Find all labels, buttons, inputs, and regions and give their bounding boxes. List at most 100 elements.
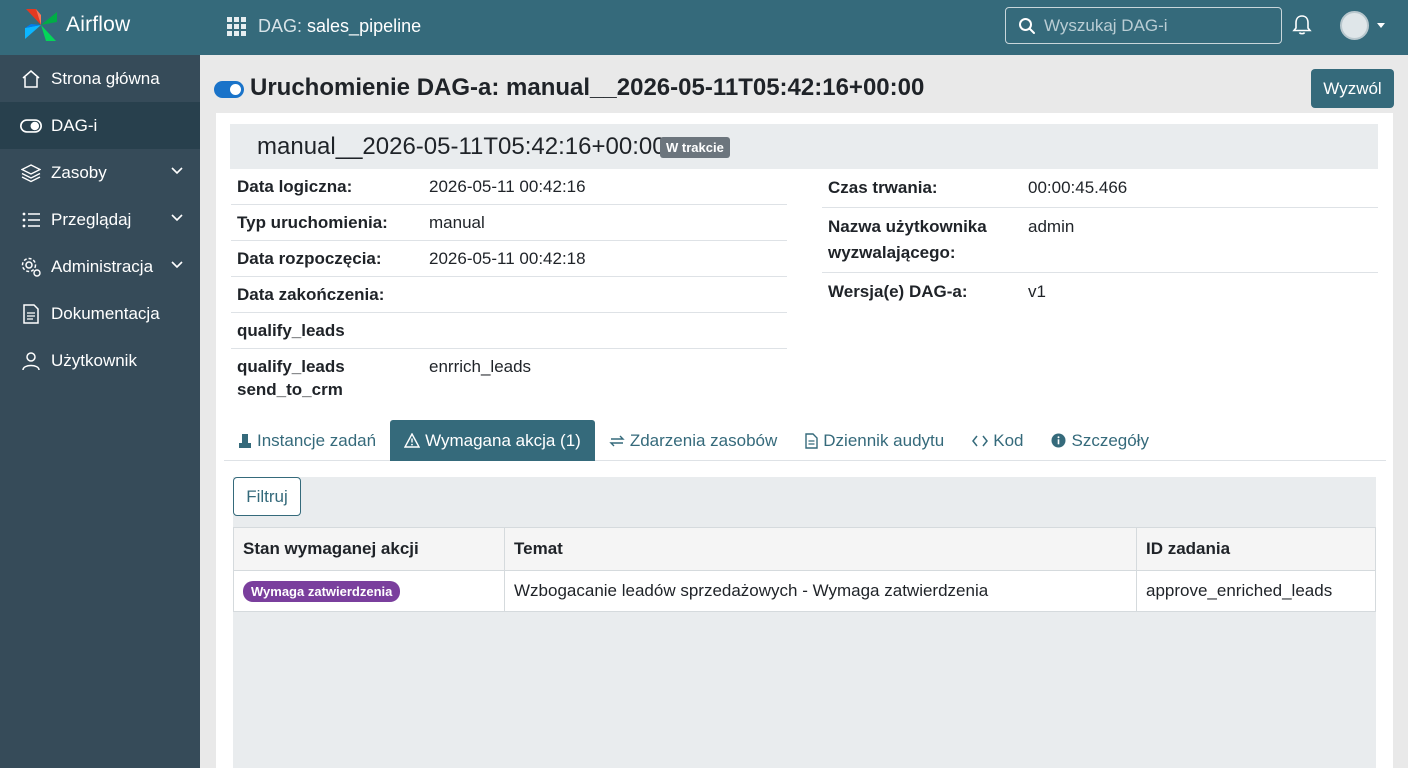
sidebar-item-assets[interactable]: Zasoby [0,149,200,196]
bell-icon[interactable] [1292,14,1312,36]
sidebar-item-label: Strona główna [51,68,160,88]
detail-row: Typ uruchomienia: manual [231,205,787,241]
tab-label: Kod [993,430,1024,450]
sidebar-item-browse[interactable]: Przeglądaj [0,196,200,243]
page-title: Uruchomienie DAG-a: manual__2026-05-11T0… [250,74,925,101]
run-header: manual__2026-05-11T05:42:16+00:00 W trak… [230,124,1378,169]
detail-row: Wersja(e) DAG-a: v1 [822,273,1378,311]
tab-label: Zdarzenia zasobów [629,430,778,450]
column-header[interactable]: Stan wymaganej akcji [233,527,505,571]
sidebar-item-dags[interactable]: DAG-i [0,102,200,149]
detail-value [423,313,435,348]
tab-asset-events[interactable]: Zdarzenia zasobów [595,420,791,461]
detail-key: Nazwa użytkownika wyzwalającego: [828,217,987,262]
tab-label: Dziennik audytu [823,430,945,450]
detail-key: qualify_leads [237,321,345,340]
tab-task-instances[interactable]: Instancje zadań [224,420,390,461]
detail-row: Data zakończenia: [231,277,787,313]
sidebar-item-label: Dokumentacja [51,303,160,323]
dag-breadcrumb[interactable]: DAG: sales_pipeline [258,16,421,37]
detail-value: 2026-05-11 00:42:18 [429,249,586,268]
detail-row: Czas trwania: 00:00:45.466 [822,169,1378,208]
dag-breadcrumb-prefix: DAG: [258,16,303,36]
user-menu[interactable] [1340,11,1385,40]
info-icon [1051,433,1066,448]
apps-grid-icon[interactable] [227,17,246,36]
tab-required-actions[interactable]: Wymagana akcja (1) [390,420,595,461]
airflow-pinwheel-icon [25,9,57,41]
sidebar-item-docs[interactable]: Dokumentacja [0,290,200,337]
sidebar: Strona główna DAG-i Zasoby Przeglądaj Ad… [0,55,200,768]
required-actions-table: Stan wymaganej akcji Temat ID zadania Wy… [233,527,1376,612]
search-icon [1019,17,1035,34]
tab-label: Wymagana akcja (1) [425,430,581,450]
user-icon [20,350,42,372]
sidebar-item-label: Użytkownik [51,350,137,370]
detail-key: qualify_leads send_to_crm [237,357,345,399]
detail-row: Nazwa użytkownika wyzwalającego: admin [822,208,1378,273]
sidebar-item-home[interactable]: Strona główna [0,55,200,102]
page-header: Uruchomienie DAG-a: manual__2026-05-11T0… [200,55,1408,113]
detail-row: Data rozpoczęcia: 2026-05-11 00:42:18 [231,241,787,277]
tab-audit-log[interactable]: Dziennik audytu [791,420,958,461]
chevron-down-icon [1377,23,1385,28]
top-navbar: Airflow DAG: sales_pipeline [0,0,1408,55]
status-badge: Wymaga zatwierdzenia [243,580,401,602]
run-details-right: Czas trwania: 00:00:45.466 Nazwa użytkow… [822,169,1378,311]
sidebar-item-label: Zasoby [51,162,107,182]
dag-run-panel: manual__2026-05-11T05:42:16+00:00 W trak… [216,113,1393,768]
run-tabs: Instancje zadań Wymagana akcja (1) Zdarz… [224,420,1386,461]
filter-button[interactable]: Filtruj [233,477,301,516]
chevron-down-icon [171,214,183,222]
avatar [1340,11,1369,40]
detail-key: Data rozpoczęcia: [237,249,382,268]
list-icon [20,209,42,231]
document-icon [20,303,42,325]
detail-row: qualify_leads [231,313,787,349]
file-icon [805,432,818,449]
arrows-exchange-icon [609,434,625,448]
column-header[interactable]: Temat [504,527,1137,571]
table-cell-task-id[interactable]: approve_enriched_leads [1136,570,1376,612]
sidebar-item-user[interactable]: Użytkownik [0,337,200,384]
table-row[interactable]: Wymaga zatwierdzenia Wzbogacanie leadów … [233,570,1376,612]
gear-icon [20,256,42,278]
search-input[interactable] [1044,15,1264,36]
dag-search[interactable] [1005,7,1282,44]
chevron-down-icon [171,261,183,269]
detail-row: qualify_leads send_to_crm enrrich_leads [231,349,787,407]
detail-value: 2026-05-11 00:42:16 [429,177,586,196]
table-cell-subject[interactable]: Wzbogacanie leadów sprzedażowych - Wymag… [504,570,1137,612]
code-icon [972,435,989,447]
tab-label: Szczegóły [1071,430,1149,450]
sidebar-item-label: Administracja [51,256,154,276]
detail-value [423,277,435,312]
column-header[interactable]: ID zadania [1136,527,1376,571]
sidebar-item-label: DAG-i [51,115,98,135]
chevron-down-icon [171,167,183,175]
detail-row: Data logiczna: 2026-05-11 00:42:16 [231,169,787,205]
detail-value: admin [1028,217,1075,236]
task-instance-icon [238,433,252,449]
detail-key: Data logiczna: [237,177,353,196]
layers-icon [20,162,42,184]
sidebar-item-admin[interactable]: Administracja [0,243,200,290]
toggle-icon [20,115,42,137]
brand-name: Airflow [66,13,131,36]
tab-code[interactable]: Kod [958,420,1037,461]
detail-key: Czas trwania: [828,178,938,197]
dag-breadcrumb-id: sales_pipeline [307,16,422,36]
detail-value: enrrich_leads [429,357,532,376]
trigger-button[interactable]: Wyzwól [1311,69,1394,108]
tab-label: Instancje zadań [257,430,377,450]
detail-key: Data zakończenia: [237,285,385,304]
airflow-logo[interactable]: Airflow [22,6,130,44]
dag-pause-toggle[interactable] [214,81,244,98]
run-details-left: Data logiczna: 2026-05-11 00:42:16 Typ u… [231,169,787,407]
table-header-row: Stan wymaganej akcji Temat ID zadania [233,527,1376,571]
sidebar-item-label: Przeglądaj [51,209,132,229]
detail-value: 00:00:45.466 [1028,178,1128,197]
tab-details[interactable]: Szczegóły [1037,420,1162,461]
status-badge: W trakcie [660,137,730,158]
detail-key: Typ uruchomienia: [237,213,388,232]
